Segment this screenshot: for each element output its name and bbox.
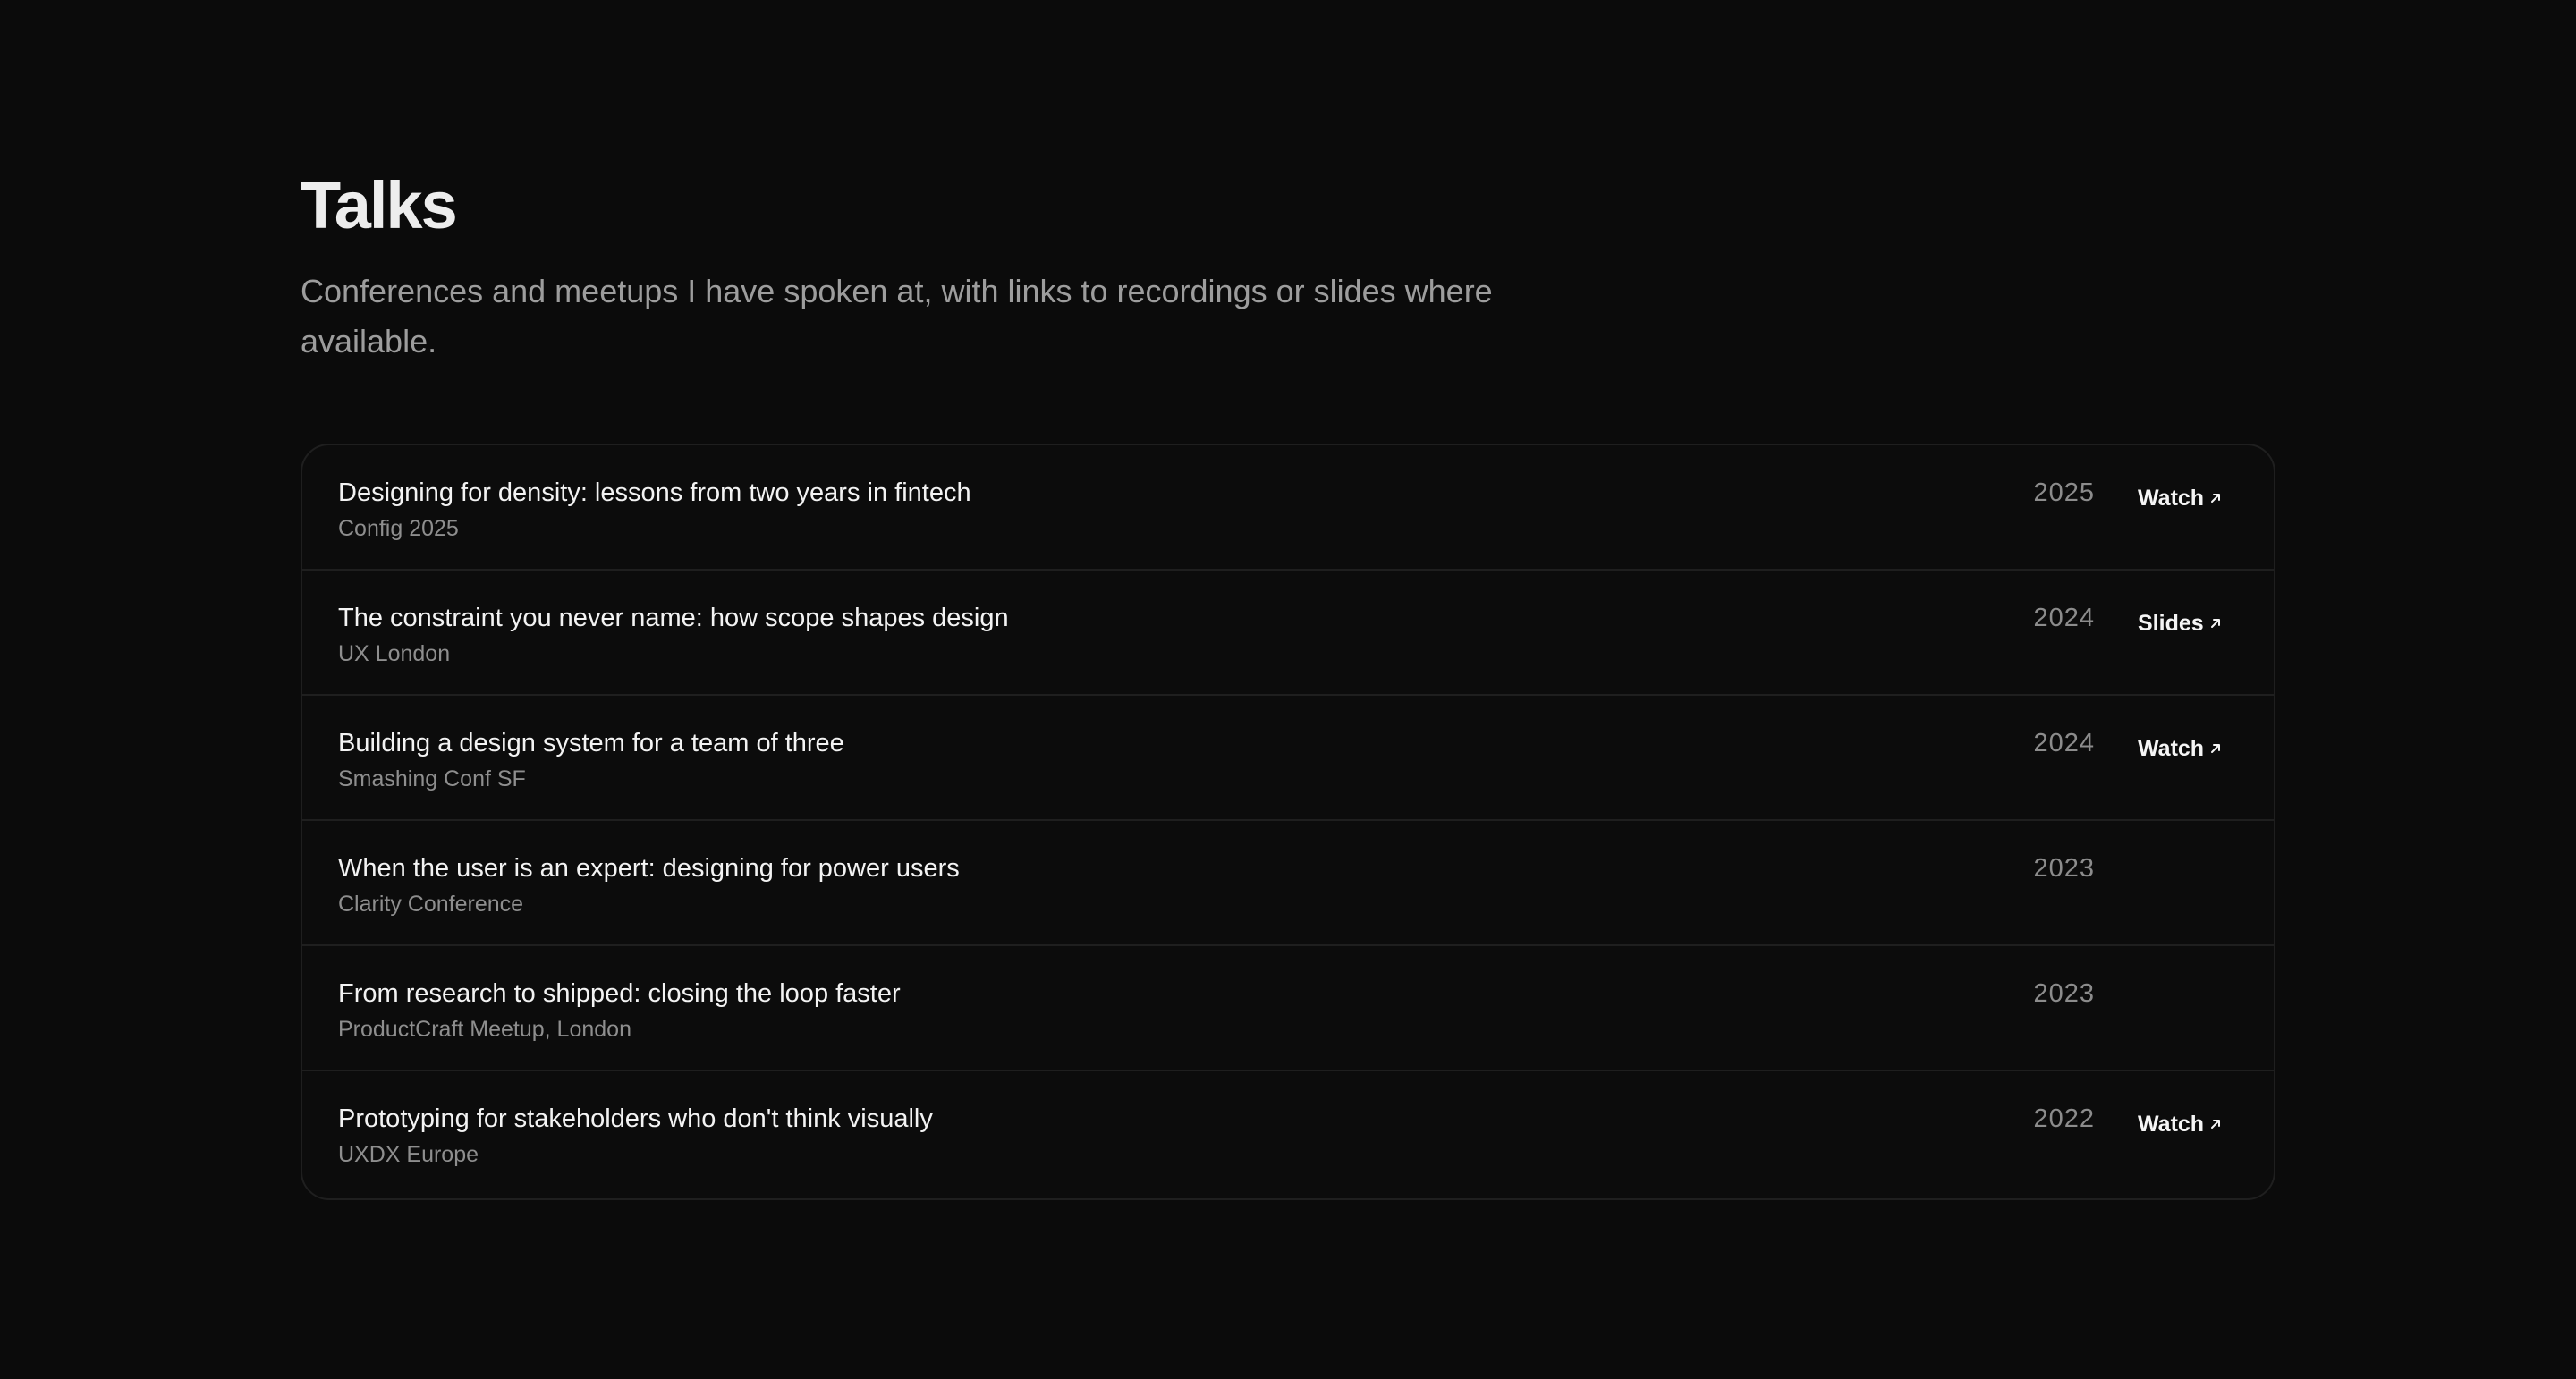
talk-row: The constraint you never name: how scope…	[302, 571, 2274, 696]
talk-venue: Clarity Conference	[338, 892, 524, 917]
link-label: Watch	[2138, 486, 2205, 511]
talk-year: 2022	[2033, 1104, 2095, 1133]
talk-row: When the user is an expert: designing fo…	[302, 821, 2274, 946]
talk-title: Prototyping for stakeholders who don't t…	[338, 1104, 933, 1133]
talk-title: When the user is an expert: designing fo…	[338, 854, 960, 883]
slides-link[interactable]: Slides	[2138, 608, 2222, 639]
talk-title: Designing for density: lessons from two …	[338, 478, 971, 507]
page-title: Talks	[301, 168, 458, 242]
talk-venue: ProductCraft Meetup, London	[338, 1017, 631, 1042]
watch-link[interactable]: Watch	[2138, 483, 2222, 513]
talk-title: The constraint you never name: how scope…	[338, 604, 1009, 632]
watch-link[interactable]: Watch	[2138, 733, 2222, 764]
talks-page: Talks Conferences and meetups I have spo…	[0, 0, 2576, 1379]
talk-venue: UXDX Europe	[338, 1142, 479, 1167]
link-label: Slides	[2138, 611, 2204, 636]
talk-year: 2025	[2033, 478, 2095, 507]
arrow-up-right-icon	[2211, 744, 2221, 753]
link-label: Watch	[2138, 1112, 2205, 1137]
watch-link[interactable]: Watch	[2138, 1109, 2222, 1139]
main-content: Talks Conferences and meetups I have spo…	[301, 163, 2275, 1200]
talk-list: Designing for density: lessons from two …	[301, 444, 2275, 1200]
arrow-up-right-icon	[2210, 619, 2220, 628]
talk-row: Building a design system for a team of t…	[302, 696, 2274, 821]
talk-year: 2024	[2033, 604, 2095, 632]
talk-row: Prototyping for stakeholders who don't t…	[302, 1071, 2274, 1198]
talk-year: 2023	[2033, 979, 2095, 1008]
link-label: Watch	[2138, 736, 2205, 761]
talk-venue: Config 2025	[338, 516, 459, 541]
talk-year: 2024	[2033, 729, 2095, 757]
talk-title: From research to shipped: closing the lo…	[338, 979, 901, 1008]
arrow-up-right-icon	[2211, 494, 2221, 503]
talk-venue: Smashing Conf SF	[338, 766, 526, 791]
arrow-up-right-icon	[2211, 1120, 2221, 1129]
talk-row: From research to shipped: closing the lo…	[302, 946, 2274, 1071]
talk-year: 2023	[2033, 854, 2095, 883]
talk-row: Designing for density: lessons from two …	[302, 445, 2274, 571]
talk-title: Building a design system for a team of t…	[338, 729, 844, 757]
talk-venue: UX London	[338, 641, 451, 666]
page-subtitle: Conferences and meetups I have spoken at…	[301, 273, 1493, 360]
